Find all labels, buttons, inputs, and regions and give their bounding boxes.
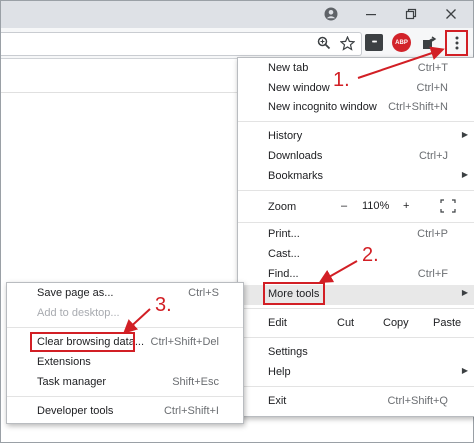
browser-toolbar: ••• ABP [1,28,473,59]
menu-separator [238,121,474,122]
menu-item-shortcut: Ctrl+Shift+Q [387,395,448,407]
copy-button[interactable]: Copy [383,317,409,329]
menu-item-label: New tab [268,62,309,74]
menu-item-label: Print... [268,228,300,240]
zoom-in-button[interactable]: + [403,200,409,212]
submenu-item-developer-tools[interactable]: Developer tools Ctrl+Shift+I [7,402,243,422]
submenu-item-add-to-desktop: Add to desktop... [7,304,243,324]
menu-separator [238,386,474,387]
menu-item-history[interactable]: History ▶ [238,127,474,147]
annotation-box-clear-browsing-data [30,332,135,352]
submenu-arrow-icon: ▶ [461,288,468,297]
menu-item-label: Find... [268,268,299,280]
menu-item-label: Settings [268,346,308,358]
menu-item-shortcut: Ctrl+J [418,150,448,162]
menu-item-help[interactable]: Help ▶ [238,363,474,383]
menu-item-exit[interactable]: Exit Ctrl+Shift+Q [238,392,474,412]
annotation-box-more-tools [263,282,325,305]
extension-icon[interactable]: ••• [365,34,383,51]
menu-separator [238,222,474,223]
address-bar[interactable] [1,32,362,56]
menu-item-shortcut: Ctrl+Shift+Del [150,336,219,348]
menu-item-shortcut: Shift+Esc [172,376,219,388]
menu-item-cast[interactable]: Cast... [238,245,474,265]
menu-item-label: History [268,130,303,142]
menu-item-label: Help [268,366,291,378]
menu-separator [238,308,474,309]
submenu-arrow-icon: ▶ [461,366,468,375]
star-icon[interactable] [338,34,356,52]
menu-item-shortcut: Ctrl+F [417,268,448,280]
menu-item-new-tab[interactable]: New tab Ctrl+T [238,59,474,79]
submenu-arrow-icon: ▶ [461,130,468,139]
menu-item-bookmarks[interactable]: Bookmarks ▶ [238,167,474,187]
submenu-arrow-icon: ▶ [461,170,468,179]
menu-item-shortcut: Ctrl+T [417,62,448,74]
fullscreen-icon[interactable] [440,199,456,216]
minimize-icon[interactable] [351,2,391,26]
close-icon[interactable] [431,2,471,26]
account-icon[interactable] [311,2,351,26]
title-bar [1,1,473,28]
menu-item-label: New incognito window [268,101,377,113]
zoom-out-button[interactable]: – [341,200,347,212]
menu-item-label: Add to desktop... [37,307,120,319]
page-divider [1,92,237,93]
step-1-label: 1. [333,69,350,91]
adblock-icon[interactable]: ABP [392,33,411,52]
menu-item-shortcut: Ctrl+P [417,228,448,240]
restore-icon[interactable] [391,2,431,26]
menu-item-shortcut: Ctrl+Shift+N [388,101,448,113]
menu-item-label: Extensions [37,356,91,368]
menu-item-shortcut: Ctrl+Shift+I [163,405,219,417]
menu-separator [238,190,474,191]
cut-button[interactable]: Cut [337,317,354,329]
menu-item-edit: Edit Cut Copy Paste [238,314,474,334]
menu-item-label: Edit [268,317,287,329]
menu-item-label: New window [268,82,330,94]
share-icon[interactable] [420,34,438,52]
step-2-label: 2. [362,244,379,266]
paste-button[interactable]: Paste [433,317,461,329]
menu-item-label: Zoom [268,201,297,213]
menu-separator [7,396,243,397]
menu-separator [238,337,474,338]
submenu-item-task-manager[interactable]: Task manager Shift+Esc [7,373,243,393]
menu-item-label: Task manager [37,376,107,388]
menu-item-shortcut: Ctrl+S [188,287,219,299]
zoom-level: 110% [362,200,390,212]
menu-item-new-incognito[interactable]: New incognito window Ctrl+Shift+N [238,98,474,118]
menu-item-label: Exit [268,395,287,407]
menu-separator [7,327,243,328]
menu-item-print[interactable]: Print... Ctrl+P [238,225,474,245]
menu-item-label: Downloads [268,150,323,162]
step-3-label: 3. [155,294,172,316]
menu-item-downloads[interactable]: Downloads Ctrl+J [238,147,474,167]
menu-item-label: Developer tools [37,405,114,417]
menu-item-label: Save page as... [37,287,114,299]
magnifier-zoom-icon[interactable] [316,35,332,51]
submenu-item-extensions[interactable]: Extensions [7,353,243,373]
submenu-item-save-page[interactable]: Save page as... Ctrl+S [7,284,243,304]
menu-item-settings[interactable]: Settings [238,343,474,363]
menu-item-new-window[interactable]: New window Ctrl+N [238,79,474,99]
menu-item-shortcut: Ctrl+N [416,82,448,94]
more-tools-submenu: Save page as... Ctrl+S Add to desktop...… [6,282,244,424]
menu-item-zoom: Zoom – 110% + [238,196,474,218]
extension-icon-label: ••• [371,39,377,46]
chrome-main-menu: New tab Ctrl+T New window Ctrl+N New inc… [237,57,474,417]
adblock-icon-label: ABP [395,39,408,46]
menu-item-label: Cast... [268,248,300,260]
annotation-box-menu-button [445,30,468,56]
menu-item-label: Bookmarks [268,170,324,182]
